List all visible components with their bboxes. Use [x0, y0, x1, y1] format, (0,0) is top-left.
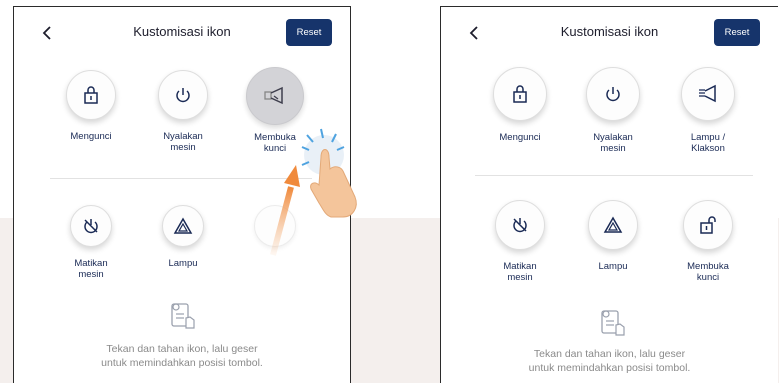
horn-lamp-icon — [264, 86, 283, 105]
power-icon — [606, 87, 620, 102]
hazard-circle[interactable] — [162, 205, 204, 247]
stop-engine-label: Matikan mesin — [503, 261, 537, 283]
hazard-circle[interactable] — [588, 200, 638, 250]
stop-engine-button[interactable]: Matikan mesin — [478, 200, 562, 283]
power-icon — [176, 88, 190, 103]
unlock-button[interactable]: Membuka kunci — [666, 200, 750, 283]
stop-engine-circle[interactable] — [495, 200, 545, 250]
unlock-icon — [700, 216, 716, 234]
power-off-icon — [513, 218, 527, 233]
start-engine-button[interactable]: Nyalakan mesin — [141, 70, 225, 153]
drag-hint-text: Tekan dan tahan ikon, lalu geser untuk m… — [528, 348, 691, 374]
start-engine-circle[interactable] — [586, 67, 640, 121]
start-engine-label: Nyalakan mesin — [593, 132, 633, 154]
horn-lamp-label: Lampu / Klakson — [690, 132, 726, 154]
hazard-label: Lampu — [598, 261, 628, 272]
drag-arrowhead — [284, 165, 300, 187]
reset-button[interactable]: Reset — [286, 19, 332, 46]
drag-arrow — [270, 186, 294, 256]
horn-lamp-icon — [699, 84, 716, 103]
start-engine-button[interactable]: Nyalakan mesin — [571, 67, 655, 154]
drag-hint-icon — [601, 310, 625, 336]
hazard-icon — [603, 216, 623, 233]
drag-hint-icon — [171, 303, 195, 329]
start-engine-circle[interactable] — [158, 70, 208, 120]
lock-button[interactable]: Mengunci — [478, 67, 562, 143]
stop-engine-label: Matikan mesin — [74, 258, 108, 280]
hazard-button[interactable]: Lampu — [141, 205, 225, 269]
horn-lamp-button[interactable]: Lampu / Klakson — [666, 67, 750, 154]
lock-icon — [513, 85, 527, 103]
power-off-icon — [84, 219, 98, 234]
reset-button[interactable]: Reset — [714, 19, 760, 46]
lock-circle[interactable] — [493, 67, 547, 121]
lock-label: Mengunci — [499, 132, 541, 143]
hazard-button[interactable]: Lampu — [571, 200, 655, 272]
section-divider — [475, 175, 753, 176]
start-engine-label: Nyalakan mesin — [163, 131, 203, 153]
stop-engine-circle[interactable] — [70, 205, 112, 247]
hazard-label: Lampu — [168, 258, 198, 269]
lock-button[interactable]: Mengunci — [49, 70, 133, 142]
unlock-label: Membuka kunci — [687, 261, 729, 283]
drag-gesture-overlay — [270, 128, 357, 256]
lock-icon — [84, 86, 98, 104]
left-phone-screen: Kustomisasi ikon Reset Mengunci Nyalakan… — [13, 6, 357, 383]
lock-circle[interactable] — [66, 70, 116, 120]
right-phone-screen: Kustomisasi ikon Reset Mengunci Nyalakan… — [440, 6, 778, 383]
stop-engine-button[interactable]: Matikan mesin — [49, 205, 133, 280]
unlock-circle[interactable] — [683, 200, 733, 250]
hazard-icon — [173, 217, 193, 234]
drag-hint-text: Tekan dan tahan ikon, lalu geser untuk m… — [101, 343, 263, 369]
lock-label: Mengunci — [70, 131, 112, 142]
horn-lamp-circle[interactable] — [681, 67, 735, 121]
